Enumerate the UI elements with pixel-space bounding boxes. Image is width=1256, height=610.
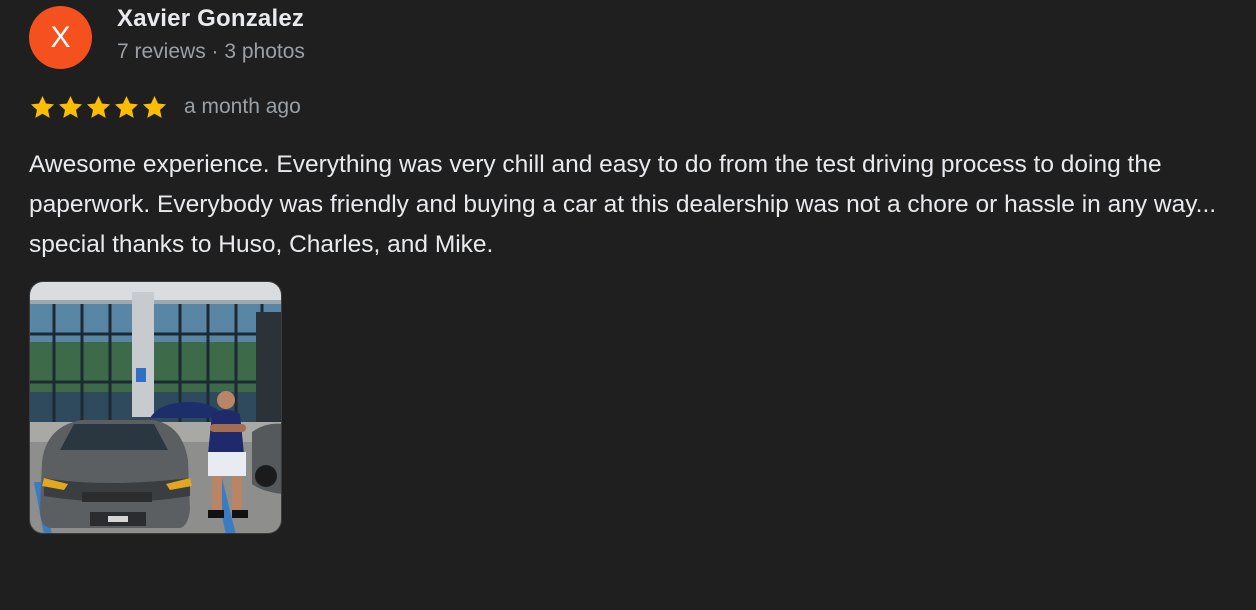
review-photo-image xyxy=(30,282,281,533)
star-icon xyxy=(114,95,139,118)
review-photo[interactable] xyxy=(29,281,282,534)
author-name[interactable]: Xavier Gonzalez xyxy=(117,5,304,33)
review-time: a month ago xyxy=(184,95,301,118)
star-icon xyxy=(86,95,111,118)
rating-row: a month ago xyxy=(29,93,301,121)
review-card: X Xavier Gonzalez 7 reviews · 3 photos a… xyxy=(0,0,1256,610)
avatar[interactable]: X xyxy=(29,6,92,69)
star-rating xyxy=(29,94,168,121)
author-meta: 7 reviews · 3 photos xyxy=(117,40,305,63)
star-icon xyxy=(58,95,83,118)
star-icon xyxy=(30,95,55,118)
avatar-initial: X xyxy=(50,20,71,54)
star-icon xyxy=(142,95,167,118)
review-text: Awesome experience. Everything was very … xyxy=(29,151,1217,258)
